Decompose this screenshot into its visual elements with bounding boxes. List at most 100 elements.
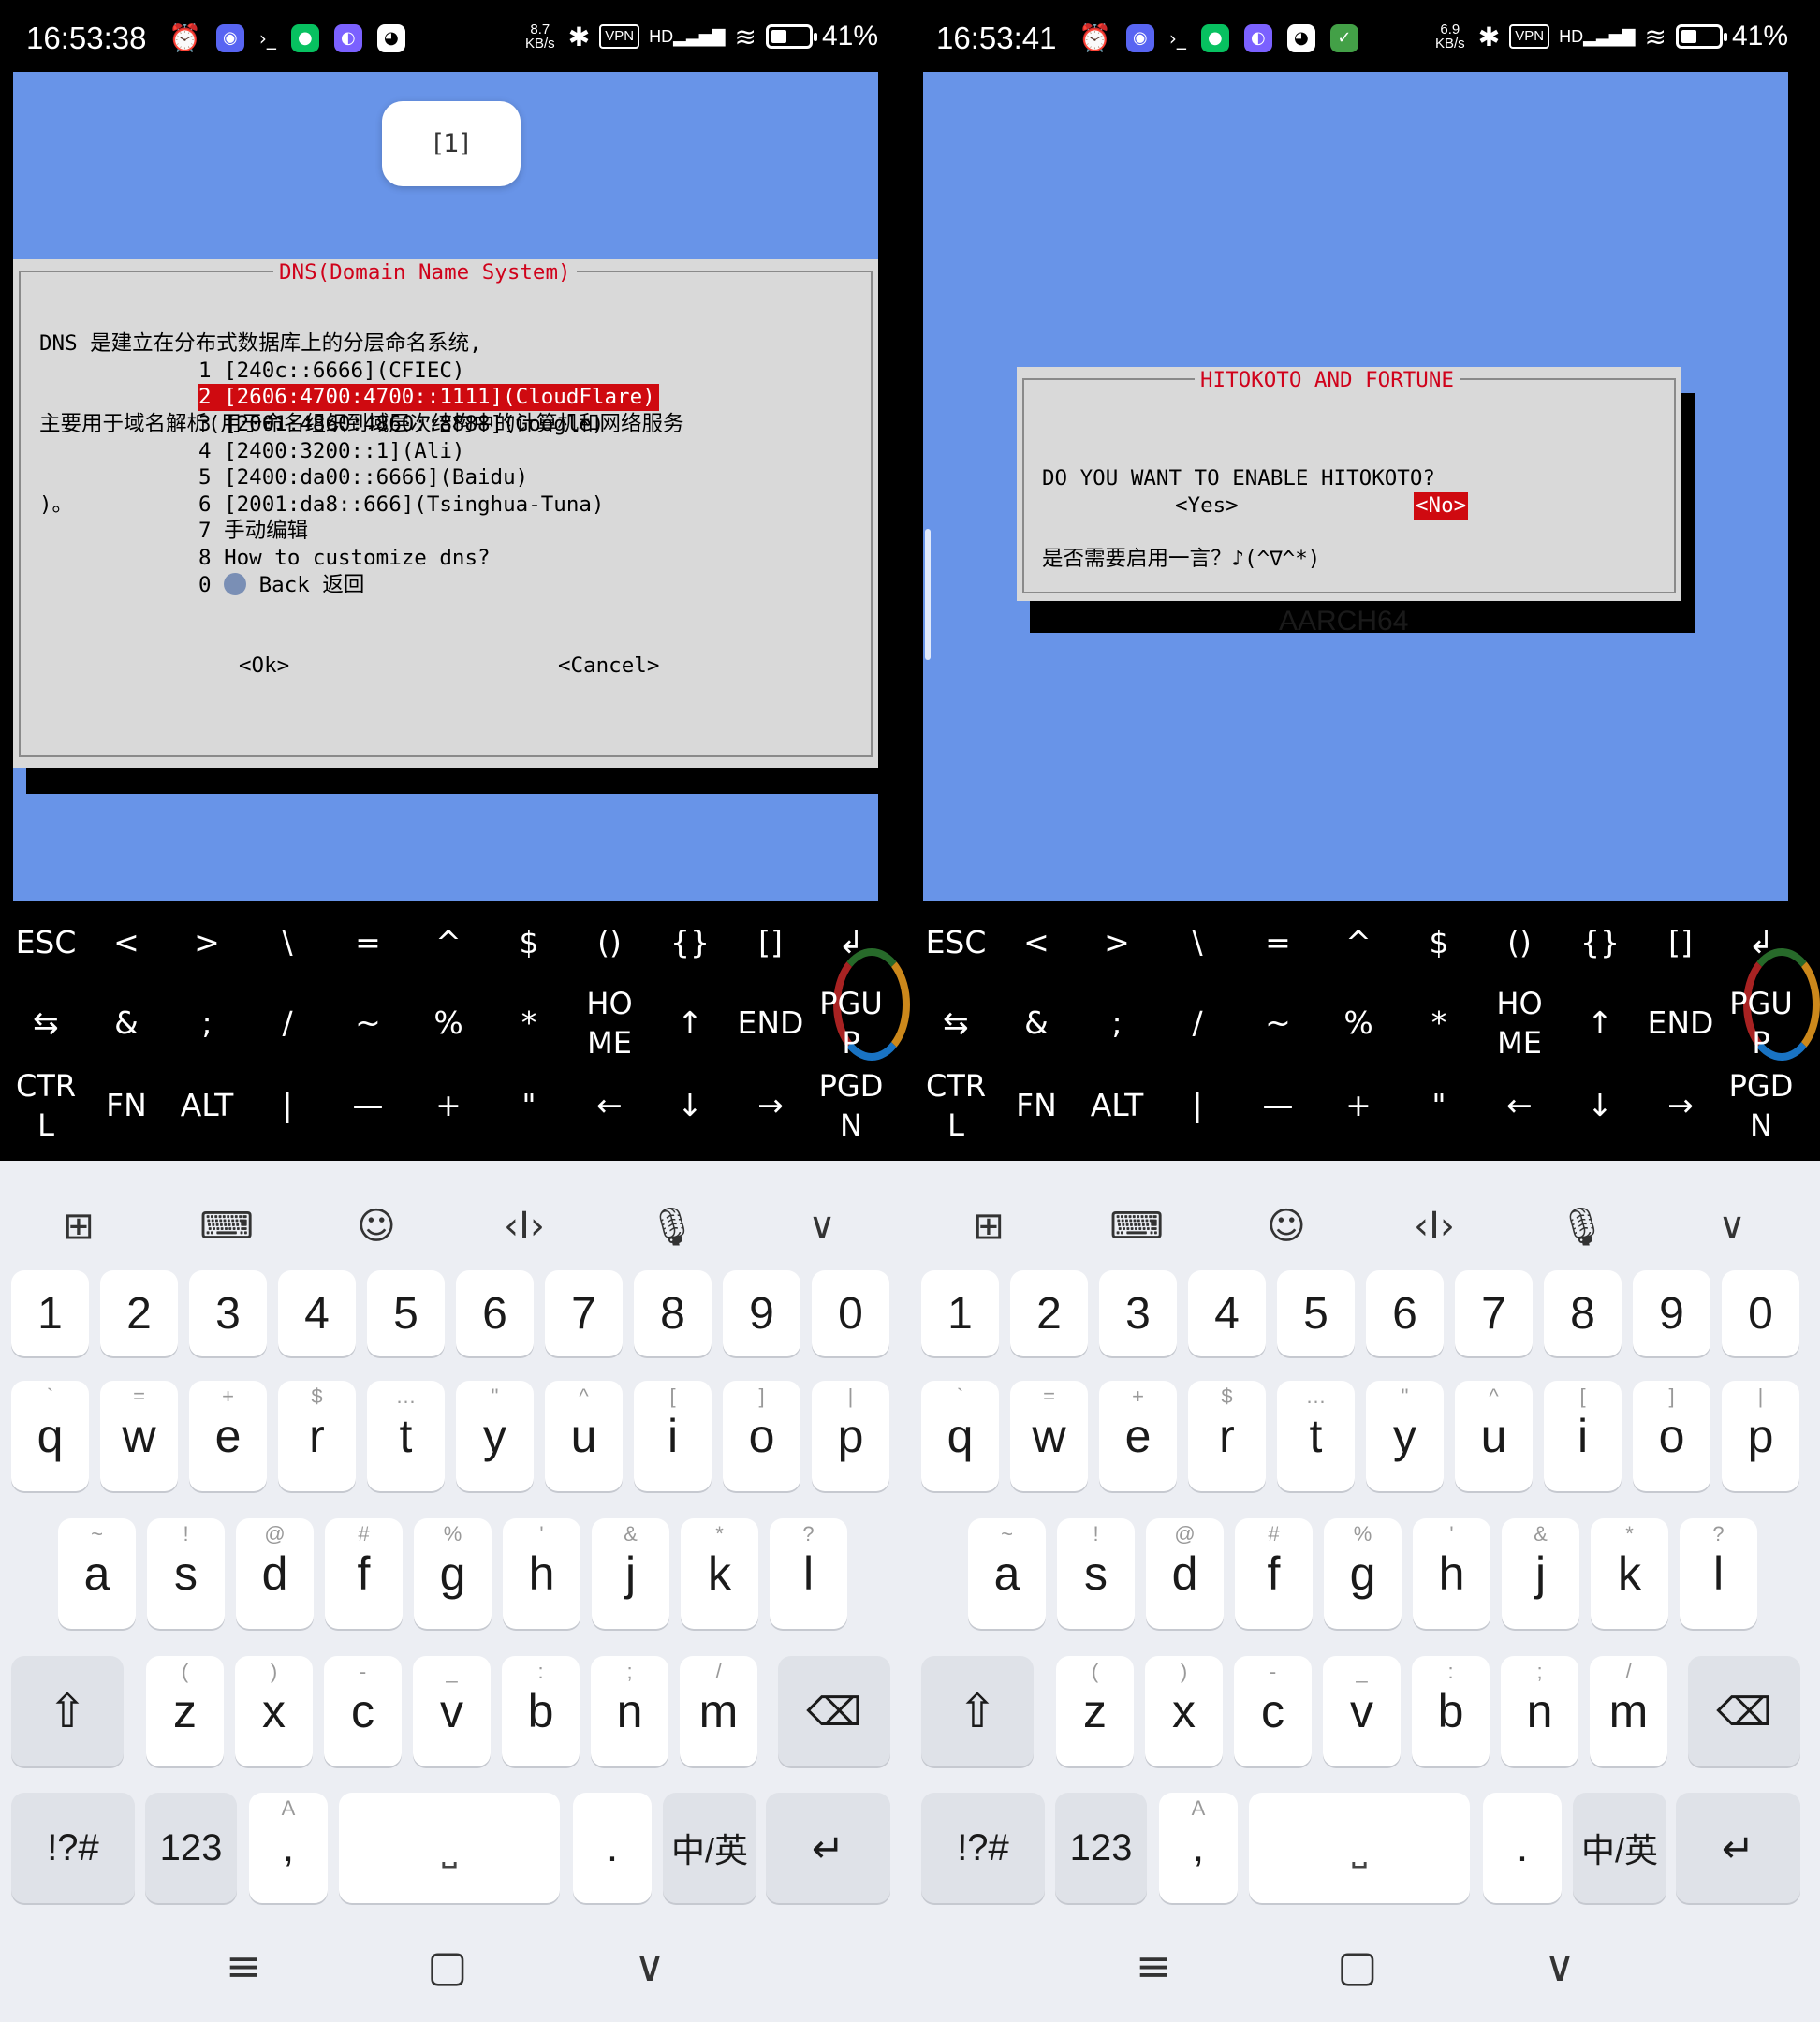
key-c[interactable]: -c (324, 1656, 402, 1766)
mic-icon[interactable]: 🎙 (1554, 1198, 1610, 1254)
extra-key[interactable]: {} (650, 902, 730, 983)
extra-key[interactable]: ⇆ (6, 983, 86, 1063)
extra-key[interactable]: + (1318, 1065, 1399, 1146)
enter-key[interactable]: ↵ (766, 1793, 890, 1903)
extra-key[interactable]: ← (1479, 1065, 1560, 1146)
extra-key[interactable]: ↑ (1560, 983, 1640, 1063)
cancel-button[interactable]: <Cancel> (558, 652, 659, 680)
key-z[interactable]: (z (1056, 1656, 1134, 1766)
symbols-key[interactable]: !?# (11, 1793, 135, 1903)
extra-key[interactable]: ~ (1238, 983, 1318, 1063)
key-g[interactable]: % g (1324, 1518, 1402, 1629)
extra-key[interactable]: FN (86, 1065, 167, 1146)
collapse-icon[interactable]: ∨ (1704, 1198, 1760, 1254)
key-r[interactable]: $ r (1188, 1381, 1266, 1491)
key-o[interactable]: ] o (723, 1381, 800, 1491)
key-a[interactable]: ~ a (58, 1518, 136, 1629)
no-button[interactable]: <No> (1414, 492, 1469, 520)
menu-item-3[interactable]: 3 [2001:4860:4860::8888](Google) (198, 411, 604, 438)
extra-key[interactable]: | (247, 1065, 328, 1146)
key-f[interactable]: # f (1235, 1518, 1313, 1629)
extra-key[interactable]: & (996, 983, 1077, 1063)
home-nav-icon[interactable]: ▢ (1320, 1928, 1395, 2003)
key-h[interactable]: ' h (1413, 1518, 1490, 1629)
key-6[interactable]: 6 (456, 1270, 534, 1356)
extra-key[interactable]: ⇆ (916, 983, 996, 1063)
collapse-icon[interactable]: ∨ (794, 1198, 850, 1254)
menu-item-8[interactable]: 8 How to customize dns? (198, 545, 491, 572)
menu-item-4[interactable]: 4 [2400:3200::1](Ali) (198, 438, 464, 465)
period-key[interactable]: . (1483, 1793, 1562, 1903)
extra-key[interactable]: = (328, 902, 408, 983)
extra-key[interactable]: ~ (328, 983, 408, 1063)
key-v[interactable]: _ v (413, 1656, 491, 1766)
key-s[interactable]: ! s (1057, 1518, 1135, 1629)
key-w[interactable]: = w (100, 1381, 178, 1491)
key-5[interactable]: 5 (367, 1270, 445, 1356)
backspace-key[interactable]: ⌫ (1688, 1656, 1800, 1766)
key-k[interactable]: * k (1591, 1518, 1668, 1629)
menu-nav-icon[interactable]: ≡ (1116, 1928, 1191, 2003)
extra-key[interactable]: ESC (6, 902, 86, 983)
extra-key[interactable]: END (730, 983, 811, 1063)
key-x[interactable]: ) x (1145, 1656, 1223, 1766)
extra-key[interactable]: ↲ (1721, 902, 1801, 983)
key-7[interactable]: 7 (1455, 1270, 1533, 1356)
key-a[interactable]: ~ a (968, 1518, 1046, 1629)
extra-key[interactable]: PGD N (811, 1065, 891, 1146)
emoji-icon[interactable]: ☺ (1258, 1198, 1314, 1254)
key-7[interactable]: 7 (545, 1270, 623, 1356)
key-g[interactable]: % g (414, 1518, 492, 1629)
menu-item-5[interactable]: 5 [2400:da00::6666](Baidu) (198, 464, 528, 491)
key-k[interactable]: * k (681, 1518, 758, 1629)
key-m[interactable]: / m (1590, 1656, 1667, 1766)
extra-key[interactable]: % (408, 983, 489, 1063)
menu-item-2[interactable]: 2 [2606:4700:4700::1111](CloudFlare) (198, 384, 659, 411)
extra-key[interactable]: ; (1077, 983, 1157, 1063)
key-q[interactable]: ` q (11, 1381, 89, 1491)
menu-item-6[interactable]: 6 [2001:da8::666](Tsinghua-Tuna) (198, 491, 604, 519)
extra-key[interactable]: — (328, 1065, 408, 1146)
comma-key[interactable]: A, (1159, 1793, 1238, 1903)
extra-key[interactable]: ESC (916, 902, 996, 983)
shift-key[interactable]: ⇧ (11, 1656, 124, 1766)
extra-key[interactable]: ^ (1318, 902, 1399, 983)
key-c[interactable]: -c (1234, 1656, 1312, 1766)
key-d[interactable]: @ d (1146, 1518, 1224, 1629)
key-i[interactable]: [i (634, 1381, 712, 1491)
extra-key[interactable]: ↑ (650, 983, 730, 1063)
key-e[interactable]: + e (189, 1381, 267, 1491)
extra-key[interactable]: < (86, 902, 167, 983)
key-2[interactable]: 2 (1010, 1270, 1088, 1356)
extra-key[interactable]: () (569, 902, 650, 983)
key-l[interactable]: ? l (1680, 1518, 1757, 1629)
keyboard-grid-icon[interactable]: ⌨ (198, 1198, 255, 1254)
menu-item-0[interactable]: 0 Back 返回 (198, 572, 364, 599)
key-y[interactable]: " y (456, 1381, 534, 1491)
extra-key[interactable]: / (1157, 983, 1238, 1063)
key-1[interactable]: 1 (921, 1270, 999, 1356)
terminal-view[interactable]: AARCH64 HITOKOTO AND FORTUNE DO YOU WANT… (923, 72, 1788, 901)
key-m[interactable]: / m (680, 1656, 757, 1766)
key-n[interactable]: ; n (1501, 1656, 1578, 1766)
comma-key[interactable]: A, (249, 1793, 328, 1903)
key-b[interactable]: :b (1412, 1656, 1490, 1766)
key-t[interactable]: … t (367, 1381, 445, 1491)
extra-key[interactable]: FN (996, 1065, 1077, 1146)
extra-key[interactable]: < (996, 902, 1077, 983)
extra-key[interactable]: {} (1560, 902, 1640, 983)
key-h[interactable]: ' h (503, 1518, 580, 1629)
key-y[interactable]: " y (1366, 1381, 1444, 1491)
extra-key[interactable]: \ (247, 902, 328, 983)
extra-key[interactable]: % (1318, 983, 1399, 1063)
extra-key[interactable]: * (1399, 983, 1479, 1063)
extra-key[interactable]: ALT (1077, 1065, 1157, 1146)
extra-key[interactable]: > (1077, 902, 1157, 983)
extra-key[interactable]: " (489, 1065, 569, 1146)
key-8[interactable]: 8 (634, 1270, 712, 1356)
menu-item-7[interactable]: 7 手动编辑 (198, 518, 308, 545)
key-w[interactable]: = w (1010, 1381, 1088, 1491)
key-9[interactable]: 9 (1633, 1270, 1710, 1356)
key-p[interactable]: | p (812, 1381, 889, 1491)
key-0[interactable]: 0 (1722, 1270, 1799, 1356)
